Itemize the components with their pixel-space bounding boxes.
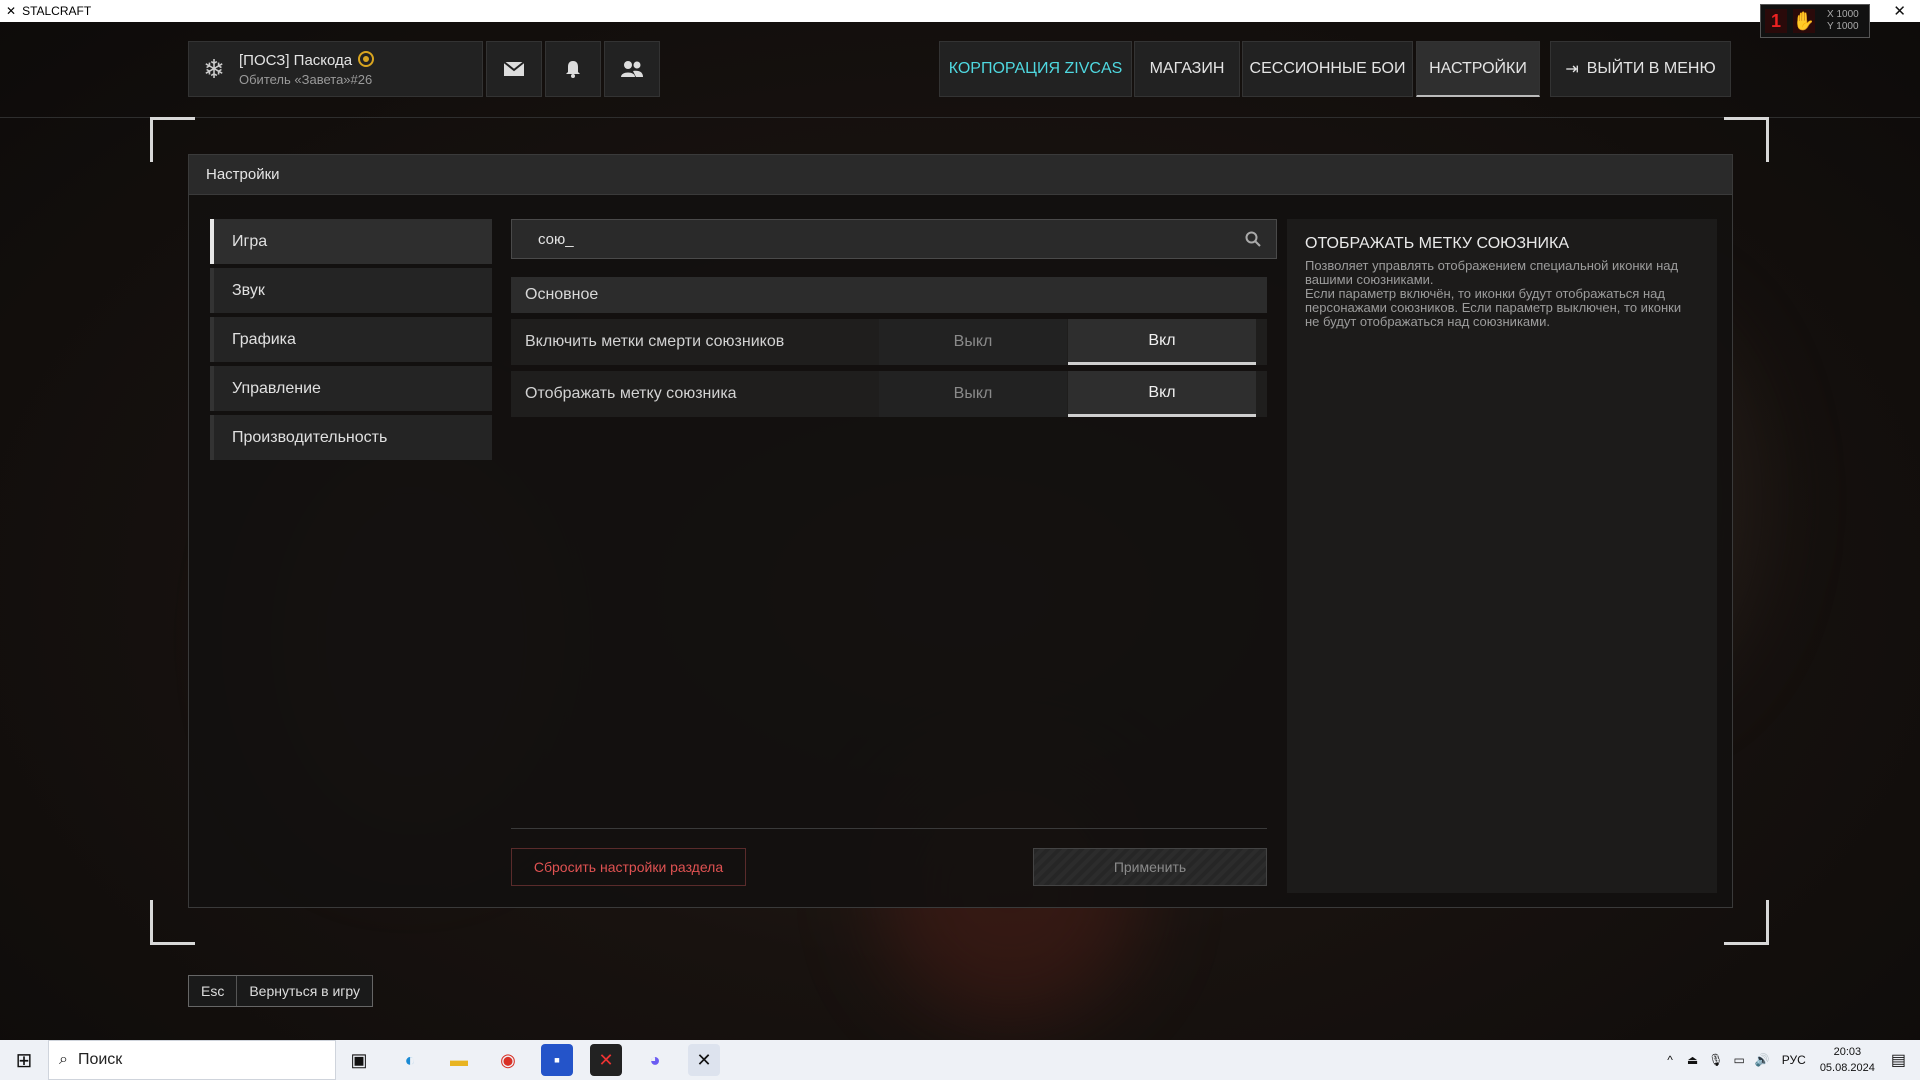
bell-icon <box>566 61 580 78</box>
microphone-icon[interactable]: 🎙 <box>1708 1053 1723 1067</box>
nav-corporation[interactable]: КОРПОРАЦИЯ ZIVCAS <box>939 41 1132 97</box>
esc-key-label: Esc <box>189 976 238 1006</box>
nav-shop[interactable]: МАГАЗИН <box>1134 41 1240 97</box>
overlay-hud: 1 ✋ X 1000 Y 1000 <box>1760 4 1870 38</box>
back-to-game-bar[interactable]: Esc Вернуться в игру <box>188 975 374 1007</box>
friends-icon <box>621 61 643 77</box>
windows-start-icon[interactable]: ⊞ <box>8 1044 40 1076</box>
hud-y: Y 1000 <box>1827 21 1859 32</box>
task-view-icon[interactable]: ▣ <box>343 1044 375 1076</box>
windows-taskbar: ⊞ ⌕ Поиск ▣ ◐ ▬ ◉ ▪ ✕ ◕ ✕ ^ ⏏ 🎙 ▭ 🔊 РУС … <box>0 1040 1920 1080</box>
profile-subtitle: Обитель «Завета»#26 <box>239 72 373 87</box>
description-line1: Позволяет управлять отображением специал… <box>1305 258 1679 287</box>
chevron-up-icon[interactable]: ^ <box>1667 1053 1673 1067</box>
clock[interactable]: 20:03 05.08.2024 <box>1820 1044 1875 1076</box>
search-value: сою_ <box>538 230 574 248</box>
exit-to-menu-button[interactable]: ⇥ ВЫЙТИ В МЕНЮ <box>1550 41 1731 97</box>
search-icon: ⌕ <box>59 1051 68 1068</box>
chrome-icon[interactable]: ◉ <box>492 1044 524 1076</box>
search-icon <box>1245 231 1261 247</box>
option-on-button[interactable]: Вкл <box>1068 371 1256 417</box>
back-to-game-label: Вернуться в игру <box>249 983 361 999</box>
language-indicator[interactable]: РУС <box>1782 1053 1806 1067</box>
description-panel: ОТОБРАЖАТЬ МЕТКУ СОЮЗНИКА Позволяет упра… <box>1287 219 1717 893</box>
mail-icon <box>503 61 525 76</box>
panel-title: Настройки <box>189 155 1732 195</box>
volume-icon[interactable]: 🔊 <box>1755 1053 1770 1067</box>
clock-time: 20:03 <box>1833 1046 1862 1058</box>
tab-sound[interactable]: Звук <box>210 268 492 313</box>
settings-search-input[interactable]: сою_ <box>511 219 1277 259</box>
tab-controls[interactable]: Управление <box>210 366 492 411</box>
reset-section-button[interactable]: Сбросить настройки раздела <box>511 848 746 886</box>
app-icon[interactable]: ▪ <box>541 1044 573 1076</box>
usb-icon[interactable]: ⏏ <box>1687 1053 1698 1067</box>
file-explorer-icon[interactable]: ▬ <box>443 1044 475 1076</box>
profile-card[interactable]: ❄ [ПОСЗ] Паскода Обитель «Завета»#26 <box>188 41 483 97</box>
exit-label: ВЫЙТИ В МЕНЮ <box>1586 60 1716 77</box>
mail-button[interactable] <box>486 41 542 97</box>
setting-row: Отображать метку союзника Выкл Вкл <box>511 371 1267 417</box>
stalcraft-taskbar-icon[interactable]: ✕ <box>688 1044 720 1076</box>
hud-badge: 1 <box>1765 9 1787 33</box>
option-off-button[interactable]: Выкл <box>879 371 1067 417</box>
chat-app-icon[interactable]: ◕ <box>639 1044 671 1076</box>
hand-icon: ✋ <box>1793 9 1815 33</box>
nav-settings[interactable]: НАСТРОЙКИ <box>1416 41 1540 97</box>
tab-graphics[interactable]: Графика <box>210 317 492 362</box>
nav-session-battles[interactable]: СЕССИОННЫЕ БОИ <box>1242 41 1413 97</box>
description-title: ОТОБРАЖАТЬ МЕТКУ СОЮЗНИКА <box>1305 235 1570 252</box>
network-icon[interactable]: ▭ <box>1733 1053 1744 1067</box>
settings-panel: Настройки Игра Звук Графика Управление П… <box>188 154 1733 908</box>
app-logo-icon: ✕ <box>6 4 17 18</box>
setting-label: Отображать метку союзника <box>525 385 737 402</box>
game-launcher-icon[interactable]: ✕ <box>590 1044 622 1076</box>
section-header: Основное <box>511 277 1267 313</box>
setting-row: Включить метки смерти союзников Выкл Вкл <box>511 319 1267 365</box>
profile-name: [ПОСЗ] Паскода <box>239 52 353 69</box>
window-titlebar: ✕ STALCRAFT ✕ <box>0 0 1920 22</box>
close-window-button[interactable]: ✕ <box>1893 2 1906 20</box>
taskbar-search-placeholder: Поиск <box>77 1051 123 1068</box>
notifications-icon[interactable]: ▤ <box>1891 1050 1906 1070</box>
description-line2: Если параметр включён, то иконки будут о… <box>1305 286 1682 329</box>
tab-performance[interactable]: Производительность <box>210 415 492 460</box>
exit-icon: ⇥ <box>1565 61 1579 78</box>
faction-emblem-icon: ❄ <box>203 53 225 84</box>
apply-button[interactable]: Применить <box>1033 848 1267 886</box>
option-on-button[interactable]: Вкл <box>1068 319 1256 365</box>
tab-game[interactable]: Игра <box>210 219 492 264</box>
edge-icon[interactable]: ◐ <box>394 1044 426 1076</box>
window-title: STALCRAFT <box>22 4 92 18</box>
clock-date: 05.08.2024 <box>1819 1062 1875 1074</box>
taskbar-search-input[interactable]: ⌕ Поиск <box>48 1040 336 1080</box>
setting-label: Включить метки смерти союзников <box>525 333 785 350</box>
system-tray: ^ ⏏ 🎙 ▭ 🔊 РУС 20:03 05.08.2024 ▤ <box>1667 1040 1920 1080</box>
divider <box>511 828 1267 829</box>
friends-button[interactable] <box>604 41 660 97</box>
hud-x: X 1000 <box>1827 9 1859 20</box>
option-off-button[interactable]: Выкл <box>879 319 1067 365</box>
status-badge-icon <box>358 51 375 67</box>
notifications-button[interactable] <box>545 41 601 97</box>
